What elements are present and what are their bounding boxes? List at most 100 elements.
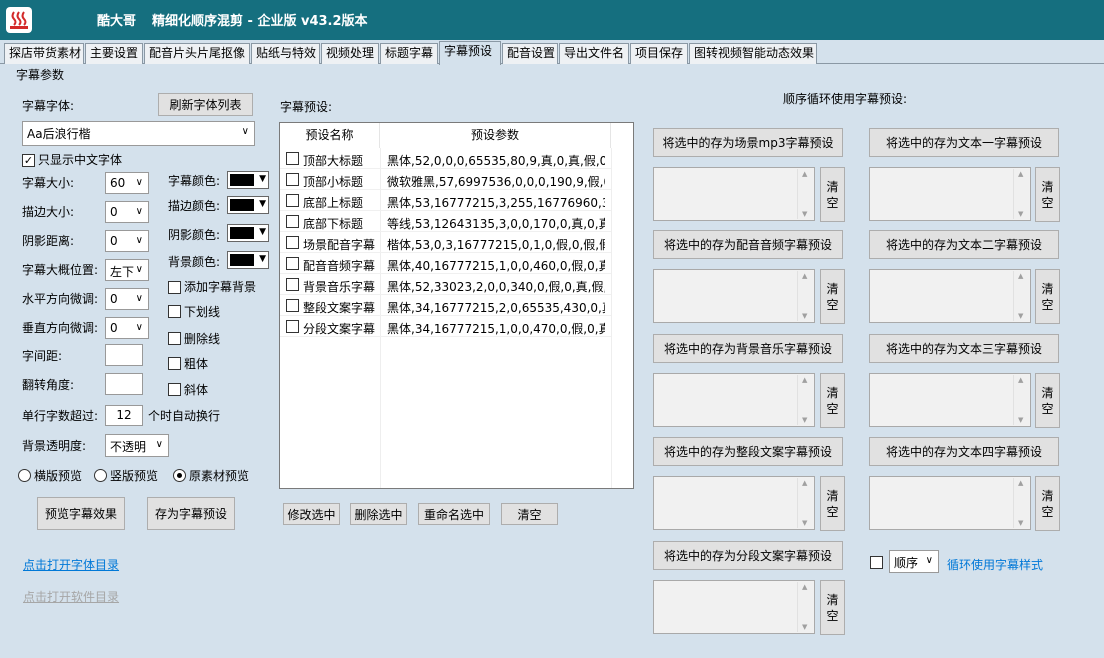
shadow-color-picker[interactable]: ▼ xyxy=(227,224,269,242)
save-full-text-preset-button[interactable]: 将选中的存为整段文案字幕预设 xyxy=(653,437,843,466)
scrollbar[interactable] xyxy=(1013,478,1029,528)
save-scene-mp3-preset-button[interactable]: 将选中的存为场景mp3字幕预设 xyxy=(653,128,843,157)
table-row[interactable]: 整段文案字幕 黑体,34,16777215,2,0,65535,430,0,真,.… xyxy=(280,295,611,316)
font-color-picker[interactable]: ▼ xyxy=(227,171,269,189)
table-row[interactable]: 顶部小标题 微软雅黑,57,6997536,0,0,0,190,9,假,0,... xyxy=(280,169,611,190)
table-row[interactable]: 底部上标题 黑体,53,16777215,3,255,16776960,31... xyxy=(280,190,611,211)
table-row[interactable]: 配音音频字幕 黑体,40,16777215,1,0,0,460,0,假,0,真,.… xyxy=(280,253,611,274)
delete-selected-button[interactable]: 删除选中 xyxy=(350,503,407,525)
preview-original-radio[interactable] xyxy=(173,469,186,482)
text2-preset-box[interactable] xyxy=(869,269,1031,323)
clear-text3-button[interactable]: 清空 xyxy=(1035,373,1060,428)
clear-scene-mp3-button[interactable]: 清空 xyxy=(820,167,845,222)
scrollbar[interactable] xyxy=(797,375,813,425)
bold-checkbox[interactable] xyxy=(168,357,181,370)
dub-audio-preset-box[interactable] xyxy=(653,269,815,323)
full-text-preset-box[interactable] xyxy=(653,476,815,530)
add-bg-checkbox[interactable] xyxy=(168,281,181,294)
open-app-dir-link[interactable]: 点击打开软件目录 xyxy=(23,588,119,605)
clear-full-text-button[interactable]: 清空 xyxy=(820,476,845,531)
row-checkbox[interactable] xyxy=(286,236,299,249)
tab-export-filename[interactable]: 导出文件名 xyxy=(559,43,629,64)
order-select[interactable]: 顺序 ∨ xyxy=(889,550,939,573)
table-row[interactable]: 分段文案字幕 黑体,34,16777215,1,0,0,470,0,假,0,真,.… xyxy=(280,316,611,337)
table-row[interactable]: 底部下标题 等线,53,12643135,3,0,0,170,0,真,0,真,..… xyxy=(280,211,611,232)
v-adjust-select[interactable]: 0 ∨ xyxy=(105,317,149,339)
row-checkbox[interactable] xyxy=(286,215,299,228)
h-adjust-select[interactable]: 0 ∨ xyxy=(105,288,149,310)
scrollbar[interactable] xyxy=(1013,169,1029,219)
column-header-params[interactable]: 预设参数 xyxy=(380,123,611,148)
clear-dub-audio-button[interactable]: 清空 xyxy=(820,269,845,324)
tab-image-to-video[interactable]: 图转视频智能动态效果 xyxy=(689,43,817,64)
save-preset-button[interactable]: 存为字幕预设 xyxy=(147,497,235,530)
scrollbar[interactable] xyxy=(797,582,813,632)
preview-landscape-radio[interactable] xyxy=(18,469,31,482)
refresh-fonts-button[interactable]: 刷新字体列表 xyxy=(158,93,253,116)
scrollbar[interactable] xyxy=(1013,375,1029,425)
save-text4-preset-button[interactable]: 将选中的存为文本四字幕预设 xyxy=(869,437,1059,466)
scrollbar[interactable] xyxy=(797,169,813,219)
preview-effect-button[interactable]: 预览字幕效果 xyxy=(37,497,125,530)
wrap-count-input[interactable]: 12 xyxy=(105,405,143,426)
opacity-select[interactable]: 不透明 ∨ xyxy=(105,434,169,457)
save-segment-text-preset-button[interactable]: 将选中的存为分段文案字幕预设 xyxy=(653,541,843,570)
tab-stickers-effects[interactable]: 贴纸与特效 xyxy=(251,43,320,64)
tab-main-settings[interactable]: 主要设置 xyxy=(85,43,143,64)
text4-preset-box[interactable] xyxy=(869,476,1031,530)
scene-mp3-preset-box[interactable] xyxy=(653,167,815,221)
chinese-only-checkbox[interactable]: ✓ xyxy=(22,154,35,167)
open-font-dir-link[interactable]: 点击打开字体目录 xyxy=(23,556,119,573)
save-bgm-preset-button[interactable]: 将选中的存为背景音乐字幕预设 xyxy=(653,334,843,363)
preview-portrait-radio[interactable] xyxy=(94,469,107,482)
size-select[interactable]: 60 ∨ xyxy=(105,172,149,194)
scrollbar[interactable] xyxy=(797,478,813,528)
position-select[interactable]: 左下 ∨ xyxy=(105,259,149,281)
clear-segment-text-button[interactable]: 清空 xyxy=(820,580,845,635)
table-row[interactable]: 背景音乐字幕 黑体,52,33023,2,0,0,340,0,假,0,真,假,0.… xyxy=(280,274,611,295)
save-text2-preset-button[interactable]: 将选中的存为文本二字幕预设 xyxy=(869,230,1059,259)
italic-checkbox[interactable] xyxy=(168,383,181,396)
save-text3-preset-button[interactable]: 将选中的存为文本三字幕预设 xyxy=(869,334,1059,363)
row-checkbox[interactable] xyxy=(286,152,299,165)
tab-video-processing[interactable]: 视频处理 xyxy=(321,43,379,64)
bgm-preset-box[interactable] xyxy=(653,373,815,427)
scrollbar[interactable] xyxy=(1013,271,1029,321)
rotate-input[interactable] xyxy=(105,373,143,395)
rename-selected-button[interactable]: 重命名选中 xyxy=(418,503,490,525)
tab-subtitle-presets[interactable]: 字幕预设 xyxy=(439,41,501,65)
tab-store-material[interactable]: 探店带货素材 xyxy=(4,43,84,64)
tab-title-subtitles[interactable]: 标题字幕 xyxy=(380,43,438,64)
underline-checkbox[interactable] xyxy=(168,305,181,318)
stroke-select[interactable]: 0 ∨ xyxy=(105,201,149,223)
stroke-color-picker[interactable]: ▼ xyxy=(227,196,269,214)
scrollbar[interactable] xyxy=(797,271,813,321)
row-checkbox[interactable] xyxy=(286,299,299,312)
strikeout-checkbox[interactable] xyxy=(168,332,181,345)
presets-table[interactable]: 预设名称 预设参数 顶部大标题 黑体,52,0,0,0,65535,80,9,真,… xyxy=(279,122,634,489)
save-dub-audio-preset-button[interactable]: 将选中的存为配音音频字幕预设 xyxy=(653,230,843,259)
clear-bgm-button[interactable]: 清空 xyxy=(820,373,845,428)
loop-style-link[interactable]: 循环使用字幕样式 xyxy=(947,556,1043,573)
column-header-name[interactable]: 预设名称 xyxy=(280,123,380,148)
modify-selected-button[interactable]: 修改选中 xyxy=(283,503,340,525)
clear-presets-button[interactable]: 清空 xyxy=(501,503,558,525)
table-row[interactable]: 顶部大标题 黑体,52,0,0,0,65535,80,9,真,0,真,假,0,..… xyxy=(280,148,611,169)
clear-text1-button[interactable]: 清空 xyxy=(1035,167,1060,222)
table-row[interactable]: 场景配音字幕 楷体,53,0,3,16777215,0,1,0,假,0,假,假,.… xyxy=(280,232,611,253)
clear-text2-button[interactable]: 清空 xyxy=(1035,269,1060,324)
row-checkbox[interactable] xyxy=(286,257,299,270)
font-select[interactable]: Aa后浪行楷 ∨ xyxy=(22,121,255,146)
loop-enable-checkbox[interactable] xyxy=(870,556,883,569)
clear-text4-button[interactable]: 清空 xyxy=(1035,476,1060,531)
bg-color-picker[interactable]: ▼ xyxy=(227,251,269,269)
segment-text-preset-box[interactable] xyxy=(653,580,815,634)
text3-preset-box[interactable] xyxy=(869,373,1031,427)
tab-project-save[interactable]: 项目保存 xyxy=(630,43,688,64)
row-checkbox[interactable] xyxy=(286,278,299,291)
row-checkbox[interactable] xyxy=(286,173,299,186)
tab-dub-intro-outro[interactable]: 配音片头片尾抠像 xyxy=(144,43,250,64)
spacing-input[interactable] xyxy=(105,344,143,366)
row-checkbox[interactable] xyxy=(286,320,299,333)
tab-dub-settings[interactable]: 配音设置 xyxy=(502,43,558,64)
